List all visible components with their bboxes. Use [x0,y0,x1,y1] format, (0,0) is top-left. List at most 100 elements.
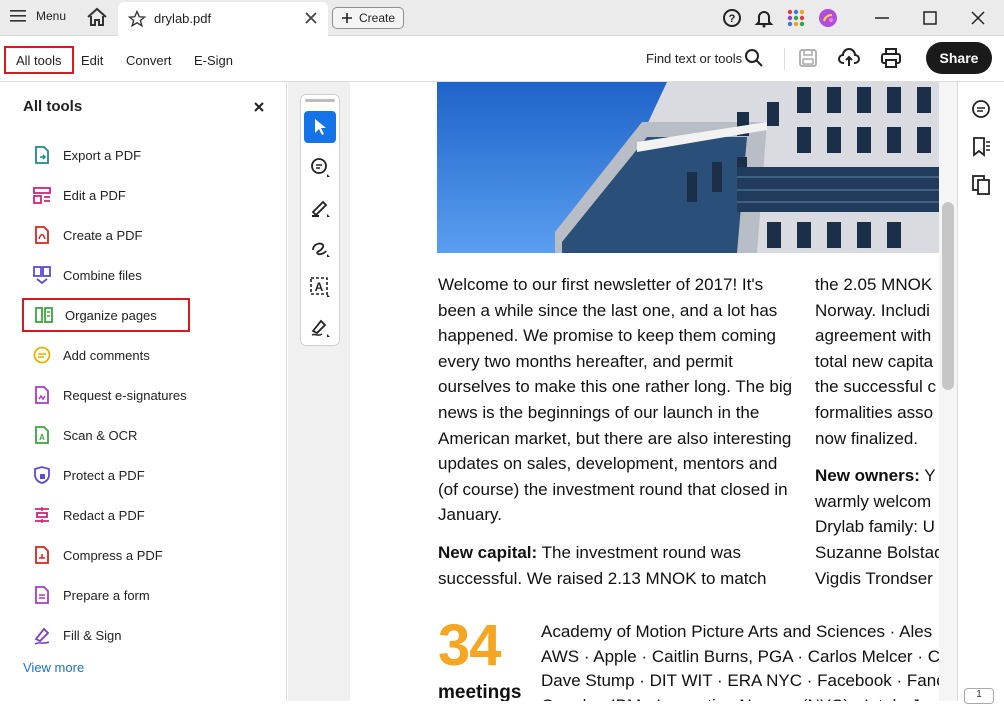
document-tab[interactable]: drylab.pdf [118,2,328,36]
building-photo [437,82,939,253]
pdf-page: Welcome to our first newsletter of 2017!… [350,82,939,701]
draw-tool[interactable] [304,231,336,263]
tool-label: Scan & OCR [63,427,138,443]
text-box-tool[interactable]: A [304,271,336,303]
quick-tools-bar: A [300,94,340,346]
create-button[interactable]: Create [332,7,404,29]
svg-text:A: A [315,280,324,294]
view-more-link[interactable]: View more [23,660,84,675]
newsletter-column-left: Welcome to our first newsletter of 2017!… [438,272,800,591]
highlight-tool[interactable] [304,191,336,223]
share-button[interactable]: Share [926,42,992,74]
tool-add-comments[interactable]: Add comments [22,338,190,372]
star-icon[interactable] [128,10,146,28]
text-line: now finalized. [815,428,919,448]
tab-title: drylab.pdf [154,11,212,26]
tool-edit-a-pdf[interactable]: Edit a PDF [22,178,190,212]
home-button[interactable] [86,7,110,29]
svg-text:A: A [39,433,45,442]
tool-label: Edit a PDF [63,187,126,203]
tool-protect-a-pdf[interactable]: Protect a PDF [22,458,190,492]
close-tab-icon[interactable] [304,11,318,25]
tab-edit[interactable]: Edit [71,46,113,74]
combine-files-icon [33,266,51,285]
text-line: formalities asso [815,402,934,422]
page-number-indicator[interactable]: 1 [964,688,994,704]
create-label: Create [358,11,396,25]
help-icon[interactable]: ? [722,8,742,28]
pages-thumbnails-icon[interactable] [970,174,992,196]
tool-label: Create a PDF [63,227,143,243]
tab-e-sign[interactable]: E-Sign [184,46,243,74]
search-icon[interactable] [744,48,764,68]
tool-export-a-pdf[interactable]: Export a PDF [22,138,190,172]
drag-handle[interactable] [305,99,335,102]
tool-scan-ocr[interactable]: A Scan & OCR [22,418,190,452]
text-line: the 2.05 MNOK [815,275,933,294]
tab-convert[interactable]: Convert [116,46,182,74]
text-line: warmly welcom [815,491,932,511]
menu-button[interactable]: Menu [10,9,66,23]
bell-icon[interactable] [754,8,774,28]
apps-icon[interactable] [786,8,806,28]
tool-label: Combine files [63,267,142,283]
add-comments-icon [33,346,51,364]
vertical-scrollbar[interactable] [939,82,957,701]
title-bar: Menu drylab.pdf Create ? [0,0,1004,36]
new-owners-text: Y [919,466,936,486]
minimize-icon[interactable] [870,6,894,30]
close-panel-icon[interactable] [252,100,266,114]
tool-label: Request e-signatures [63,387,187,403]
tool-compress-a-pdf[interactable]: Compress a PDF [22,538,190,572]
pen-sign-icon [311,319,330,337]
tool-request-e-signatures[interactable]: Request e-signatures [22,378,190,412]
text-line: Vigdis Trondser [815,568,933,588]
edit-pdf-icon [33,187,51,204]
find-tools-label[interactable]: Find text or tools [646,51,742,66]
comment-icon [311,158,330,177]
tool-organize-pages[interactable]: Organize pages [22,298,190,332]
sign-tool[interactable] [304,311,336,343]
text-line: New owners: Y [815,463,939,489]
tool-label: Redact a PDF [63,507,145,523]
panel-title: All tools [23,98,83,115]
tab-all-tools[interactable]: All tools [4,46,74,74]
save-icon[interactable] [798,48,818,68]
partner-names: Academy of Motion Picture Arts and Scien… [541,620,939,701]
maximize-icon[interactable] [918,6,942,30]
organize-pages-icon [35,307,53,323]
tool-prepare-a-form[interactable]: Prepare a form [22,578,190,612]
meetings-label: meetings [438,682,522,701]
names-line: Dave Stump · DIT WIT · ERA NYC · Faceboo… [541,671,939,690]
tool-fill-sign[interactable]: Fill & Sign [22,618,190,652]
text-box-icon: A [310,277,330,297]
select-tool[interactable] [304,111,336,143]
cloud-upload-icon[interactable] [838,47,860,69]
bookmarks-icon[interactable] [970,136,992,158]
text-line: Suzanne Bolstad [815,542,939,562]
tool-redact-a-pdf[interactable]: Redact a PDF [22,498,190,532]
create-pdf-icon [35,226,49,244]
new-capital-paragraph: New capital: The investment round was su… [438,540,800,591]
comment-tool[interactable] [304,151,336,183]
comments-panel-icon[interactable] [970,98,992,120]
toolbar-divider [784,48,785,70]
home-icon [87,7,107,26]
compress-pdf-icon [35,546,49,564]
window-close-icon[interactable] [966,6,990,30]
text-line: Norway. Includi [815,300,930,320]
meetings-count: 34 [438,613,502,678]
scrollbar-thumb[interactable] [942,202,954,390]
print-icon[interactable] [880,47,902,69]
intro-paragraph: Welcome to our first newsletter of 2017!… [438,275,793,525]
names-line: Google · IBM · Innovation Norway (NYC) ·… [541,694,939,702]
menu-label: Menu [36,9,67,23]
ai-assistant-icon[interactable] [818,8,838,28]
request-esign-icon [35,386,49,404]
prepare-form-icon [35,586,49,604]
tool-combine-files[interactable]: Combine files [22,258,190,292]
cursor-icon [315,119,326,135]
text-line: the successful c [815,377,936,397]
main-toolbar: All tools Edit Convert E-Sign Find text … [0,36,1004,82]
tool-create-a-pdf[interactable]: Create a PDF [22,218,190,252]
